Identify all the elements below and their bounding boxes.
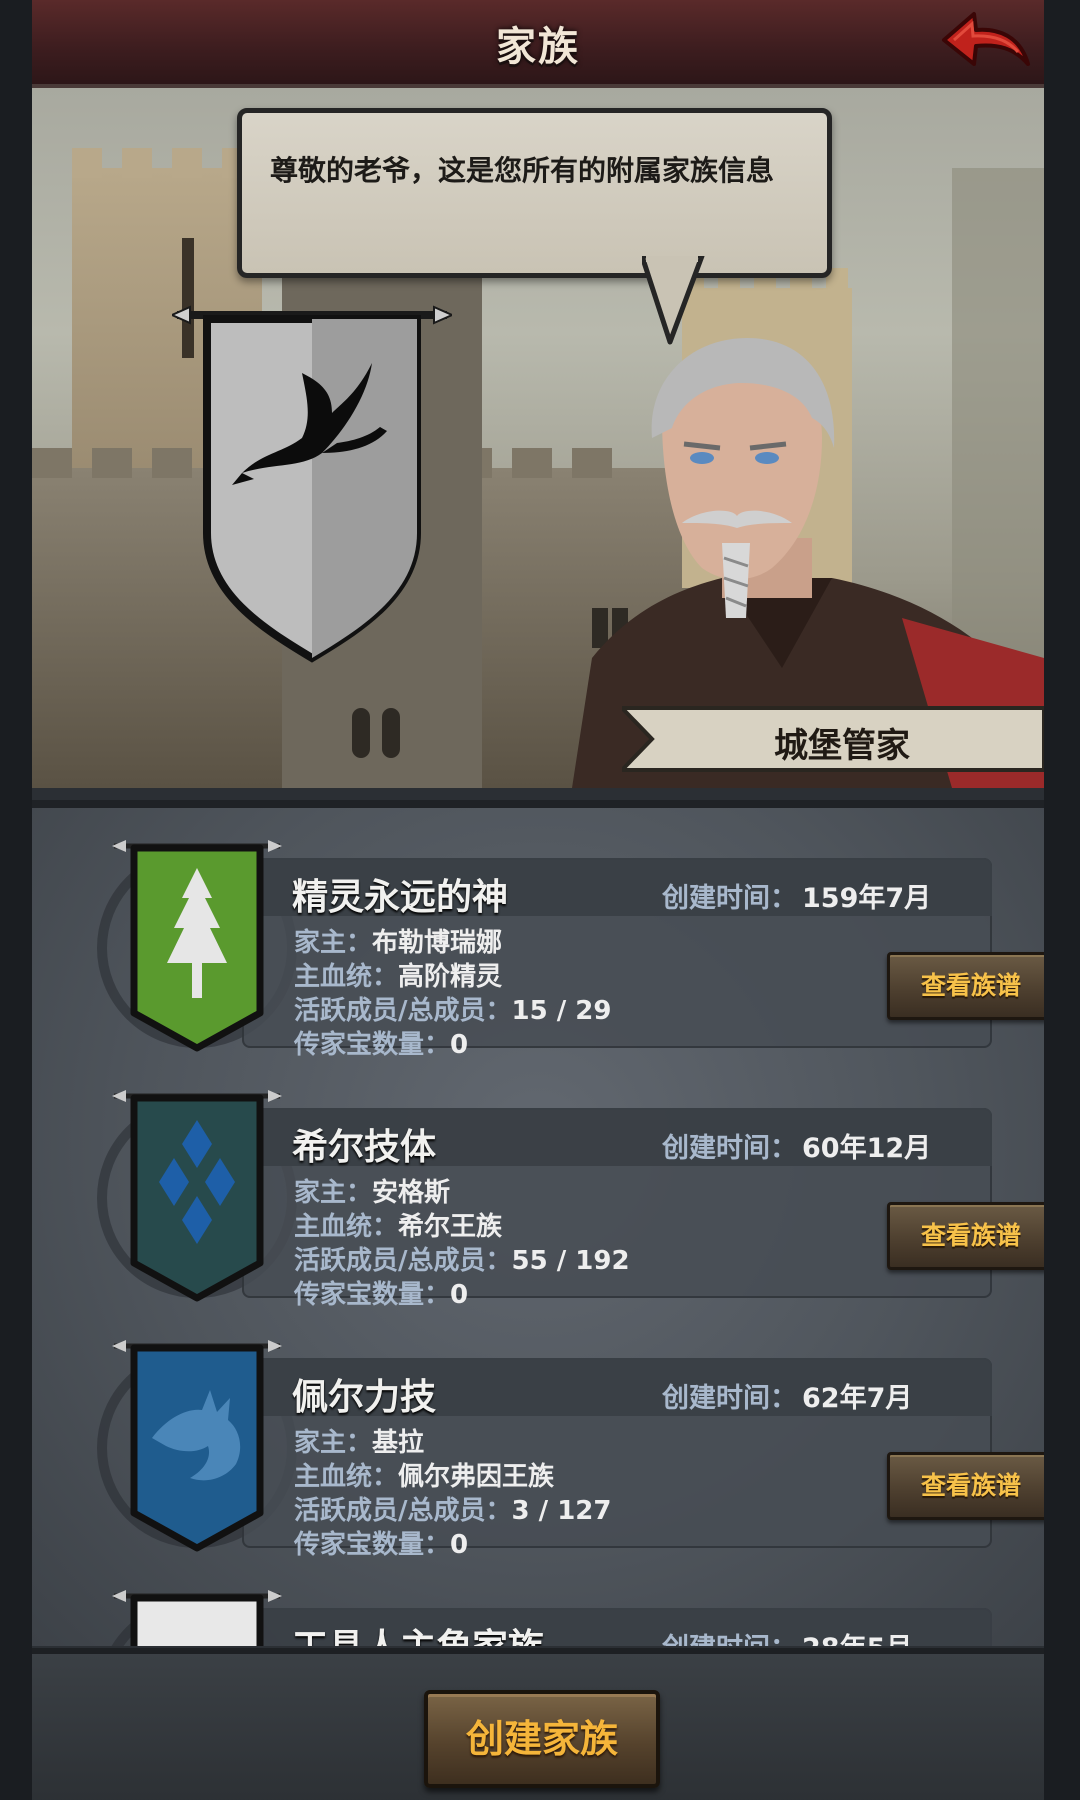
members-row: 活跃成员/总成员：55 / 192 bbox=[294, 1240, 630, 1277]
created-label: 创建时间： bbox=[662, 1626, 797, 1646]
steward-scene: 尊敬的老爷，这是您所有的附属家族信息 城堡管家 bbox=[32, 88, 1044, 788]
card-info: 工具人主角家族 创建时间： 28年5月 bbox=[242, 1608, 992, 1646]
view-family-tree-button[interactable]: 查看族谱 bbox=[887, 1452, 1044, 1520]
family-card: 希尔技体 创建时间： 60年12月 家主：安格斯 主血统：希尔王族 活跃成员/总… bbox=[72, 1088, 1044, 1318]
head-label: 家主： bbox=[294, 928, 373, 958]
created-label: 创建时间： bbox=[662, 1133, 797, 1164]
page-title: 家族 bbox=[496, 24, 580, 70]
created-value: 62年7月 bbox=[802, 1383, 913, 1414]
heirlooms-row: 传家宝数量：0 bbox=[294, 1274, 468, 1311]
family-card: 佩尔力技 创建时间： 62年7月 家主：基拉 主血统：佩尔弗因王族 活跃成员/总… bbox=[72, 1338, 1044, 1568]
back-button[interactable] bbox=[936, 6, 1036, 76]
family-banner bbox=[112, 840, 282, 1052]
heirlooms-label: 传家宝数量： bbox=[294, 1530, 451, 1560]
family-banner bbox=[112, 1090, 282, 1302]
heirlooms-label: 传家宝数量： bbox=[294, 1280, 451, 1310]
family-name: 精灵永远的神 bbox=[292, 877, 509, 918]
speech-text: 尊敬的老爷，这是您所有的附属家族信息 bbox=[270, 154, 775, 187]
app-frame: 家族 尊敬的老爷，这是您所有的附属家族信息 城堡管家 精灵永远的神 创建时间： … bbox=[32, 0, 1044, 1800]
speech-bubble: 尊敬的老爷，这是您所有的附属家族信息 bbox=[237, 108, 832, 278]
heirlooms-value: 0 bbox=[450, 1030, 469, 1060]
bloodline-row: 主血统：高阶精灵 bbox=[294, 956, 502, 993]
bloodline-row: 主血统：佩尔弗因王族 bbox=[294, 1456, 554, 1493]
family-list: 精灵永远的神 创建时间： 159年7月 家主：布勒博瑞娜 主血统：高阶精灵 活跃… bbox=[32, 800, 1044, 1646]
create-family-button[interactable]: 创建家族 bbox=[424, 1690, 660, 1788]
family-banner bbox=[112, 1590, 282, 1646]
head-row: 家主：基拉 bbox=[294, 1422, 424, 1459]
heirlooms-value: 0 bbox=[450, 1280, 469, 1310]
card-info: 精灵永远的神 创建时间： 159年7月 家主：布勒博瑞娜 主血统：高阶精灵 活跃… bbox=[242, 858, 1044, 1060]
created-label: 创建时间： bbox=[662, 883, 797, 914]
members-row: 活跃成员/总成员：3 / 127 bbox=[294, 1490, 611, 1527]
head-row: 家主：安格斯 bbox=[294, 1172, 450, 1209]
members-label: 活跃成员/总成员： bbox=[294, 1246, 512, 1276]
bloodline-value: 高阶精灵 bbox=[398, 962, 503, 992]
members-label: 活跃成员/总成员： bbox=[294, 996, 512, 1026]
card-info: 希尔技体 创建时间： 60年12月 家主：安格斯 主血统：希尔王族 活跃成员/总… bbox=[242, 1108, 1044, 1310]
head-value: 安格斯 bbox=[372, 1178, 451, 1208]
head-value: 布勒博瑞娜 bbox=[372, 928, 503, 958]
family-card: 精灵永远的神 创建时间： 159年7月 家主：布勒博瑞娜 主血统：高阶精灵 活跃… bbox=[72, 838, 1044, 1068]
members-row: 活跃成员/总成员：15 / 29 bbox=[294, 990, 611, 1027]
created-value: 60年12月 bbox=[802, 1133, 932, 1164]
footer-bar: 创建家族 bbox=[32, 1648, 1044, 1800]
view-family-tree-button[interactable]: 查看族谱 bbox=[887, 1202, 1044, 1270]
bloodline-label: 主血统： bbox=[294, 1462, 399, 1492]
members-value: 55 / 192 bbox=[511, 1246, 630, 1276]
speech-bubble-tail bbox=[642, 256, 705, 345]
members-value: 3 / 127 bbox=[511, 1496, 612, 1526]
card-info: 佩尔力技 创建时间： 62年7月 家主：基拉 主血统：佩尔弗因王族 活跃成员/总… bbox=[242, 1358, 1044, 1560]
heirlooms-row: 传家宝数量：0 bbox=[294, 1024, 468, 1061]
members-value: 15 / 29 bbox=[511, 996, 612, 1026]
heirlooms-row: 传家宝数量：0 bbox=[294, 1524, 468, 1561]
bloodline-value: 希尔王族 bbox=[398, 1212, 503, 1242]
view-family-tree-button[interactable]: 查看族谱 bbox=[887, 952, 1044, 1020]
speaker-name: 城堡管家 bbox=[774, 726, 910, 766]
heirlooms-label: 传家宝数量： bbox=[294, 1030, 451, 1060]
family-name: 佩尔力技 bbox=[292, 1377, 437, 1418]
family-banner bbox=[112, 1340, 282, 1552]
family-name: 希尔技体 bbox=[292, 1127, 437, 1168]
head-label: 家主： bbox=[294, 1178, 373, 1208]
head-row: 家主：布勒博瑞娜 bbox=[294, 922, 502, 959]
created-value: 28年5月 bbox=[802, 1626, 912, 1646]
members-label: 活跃成员/总成员： bbox=[294, 1496, 512, 1526]
bloodline-value: 佩尔弗因王族 bbox=[398, 1462, 555, 1492]
bloodline-row: 主血统：希尔王族 bbox=[294, 1206, 502, 1243]
bloodline-label: 主血统： bbox=[294, 1212, 399, 1242]
bloodline-label: 主血统： bbox=[294, 962, 399, 992]
back-arrow-icon bbox=[942, 12, 1030, 66]
family-name: 工具人主角家族 bbox=[292, 1618, 544, 1646]
header-bar: 家族 bbox=[32, 0, 1044, 94]
family-card: 工具人主角家族 创建时间： 28年5月 bbox=[72, 1588, 1012, 1646]
created-label: 创建时间： bbox=[662, 1383, 797, 1414]
family-crest-shield bbox=[172, 305, 452, 663]
heirlooms-value: 0 bbox=[450, 1530, 469, 1560]
created-value: 159年7月 bbox=[802, 883, 932, 914]
head-label: 家主： bbox=[294, 1428, 373, 1458]
head-value: 基拉 bbox=[372, 1428, 425, 1458]
